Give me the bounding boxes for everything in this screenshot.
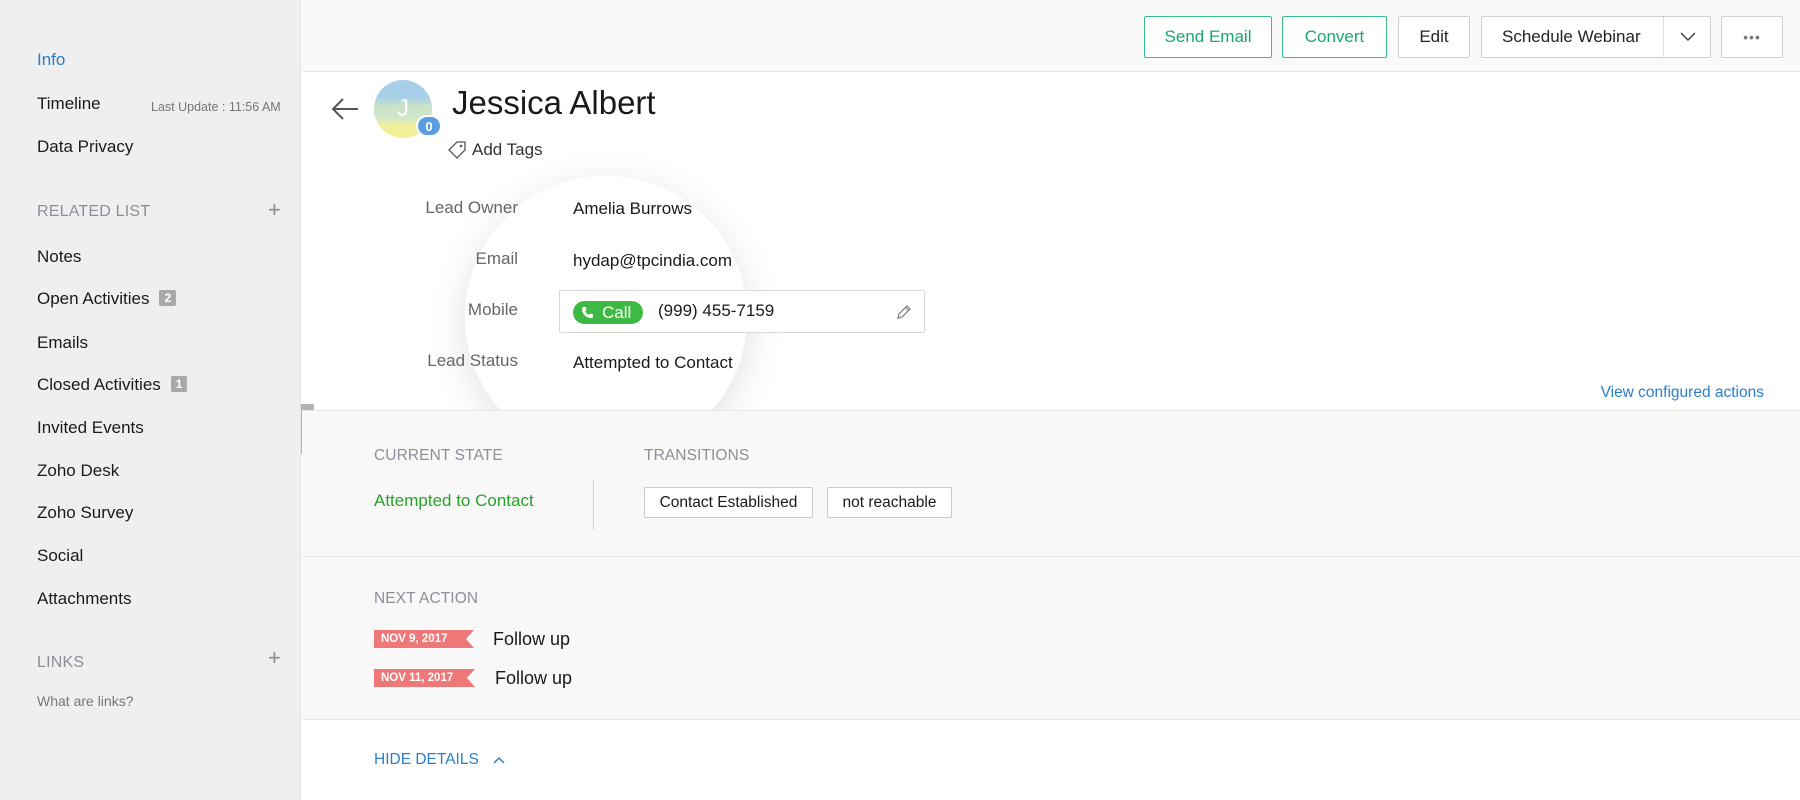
- avatar-badge: 0: [416, 115, 442, 137]
- hide-details-label: HIDE DETAILS: [374, 751, 479, 768]
- next-action-heading: NEXT ACTION: [374, 590, 479, 607]
- mobile-field[interactable]: Call (999) 455-7159: [559, 290, 925, 333]
- sidebar-item-zoho-survey[interactable]: Zoho Survey: [37, 503, 133, 523]
- sidebar-item-data-privacy[interactable]: Data Privacy: [37, 137, 133, 157]
- schedule-webinar-button[interactable]: Schedule Webinar: [1502, 27, 1641, 47]
- chevron-up-icon: [493, 756, 505, 764]
- hide-details-toggle[interactable]: HIDE DETAILS: [374, 751, 505, 769]
- transition-contact-established-button[interactable]: Contact Established: [644, 487, 813, 518]
- lead-status-label: Lead Status: [427, 351, 518, 370]
- count-badge: 1: [170, 376, 188, 392]
- lead-status-value[interactable]: Attempted to Contact: [573, 353, 733, 373]
- phone-icon: [581, 306, 594, 319]
- transitions-heading: TRANSITIONS: [644, 447, 750, 464]
- sidebar-item-attachments[interactable]: Attachments: [37, 589, 132, 609]
- email-value[interactable]: hydap@tpcindia.com: [573, 251, 732, 271]
- webinar-dropdown-toggle[interactable]: [1664, 17, 1712, 57]
- add-tags-label: Add Tags: [472, 140, 543, 159]
- sidebar-item-invited-events[interactable]: Invited Events: [37, 418, 144, 438]
- edit-button[interactable]: Edit: [1398, 16, 1470, 58]
- sidebar-item-label: Closed Activities: [37, 375, 161, 394]
- related-list-heading: RELATED LIST: [37, 203, 151, 220]
- view-configured-actions-link[interactable]: View configured actions: [1601, 384, 1764, 402]
- record-name: Jessica Albert: [452, 84, 656, 121]
- links-heading: LINKS: [37, 654, 85, 671]
- add-tags-button[interactable]: Add Tags: [448, 140, 543, 160]
- count-badge: 2: [159, 290, 177, 306]
- next-action-item[interactable]: Follow up: [495, 668, 572, 689]
- lead-owner-label: Lead Owner: [425, 198, 518, 217]
- back-arrow-icon[interactable]: [330, 96, 360, 122]
- sidebar-item-label: Open Activities: [37, 289, 150, 308]
- sidebar-item-closed-activities[interactable]: Closed Activities 1: [37, 375, 188, 395]
- sidebar: Info Timeline Last Update : 11:56 AM Dat…: [0, 0, 301, 800]
- lead-owner-value[interactable]: Amelia Burrows: [573, 199, 692, 219]
- sidebar-item-timeline[interactable]: Timeline: [37, 94, 101, 114]
- add-related-list-button[interactable]: +: [268, 199, 281, 221]
- what-are-links-link[interactable]: What are links?: [37, 693, 133, 709]
- sidebar-item-social[interactable]: Social: [37, 546, 83, 566]
- send-email-button[interactable]: Send Email: [1144, 16, 1272, 58]
- sidebar-item-notes[interactable]: Notes: [37, 247, 81, 267]
- blueprint-section: [302, 410, 1800, 557]
- mobile-label: Mobile: [467, 300, 518, 319]
- lead-detail-page: Info Timeline Last Update : 11:56 AM Dat…: [0, 0, 1800, 800]
- current-state-heading: CURRENT STATE: [374, 447, 503, 464]
- tag-icon: [448, 141, 466, 159]
- mobile-value: (999) 455-7159: [658, 301, 775, 320]
- pencil-edit-icon[interactable]: [894, 302, 914, 322]
- sidebar-item-info[interactable]: Info: [37, 50, 65, 70]
- sidebar-item-zoho-desk[interactable]: Zoho Desk: [37, 461, 119, 481]
- call-label: Call: [602, 302, 632, 322]
- schedule-webinar-split-button: Schedule Webinar: [1481, 16, 1711, 58]
- date-flag: NOV 9, 2017: [374, 630, 474, 648]
- call-button[interactable]: Call: [573, 301, 644, 324]
- transition-not-reachable-button[interactable]: not reachable: [827, 487, 952, 518]
- state-divider: [593, 480, 594, 530]
- add-link-button[interactable]: +: [268, 647, 281, 669]
- date-flag: NOV 11, 2017: [374, 669, 475, 687]
- last-update-text: Last Update : 11:56 AM: [151, 100, 281, 114]
- sidebar-item-emails[interactable]: Emails: [37, 333, 88, 353]
- more-actions-button[interactable]: •••: [1721, 16, 1783, 58]
- next-action-item[interactable]: Follow up: [493, 629, 570, 650]
- email-label: Email: [475, 249, 518, 268]
- convert-button[interactable]: Convert: [1282, 16, 1387, 58]
- current-state-value: Attempted to Contact: [374, 491, 534, 510]
- sidebar-item-open-activities[interactable]: Open Activities 2: [37, 289, 177, 309]
- chevron-down-icon: [1680, 32, 1696, 42]
